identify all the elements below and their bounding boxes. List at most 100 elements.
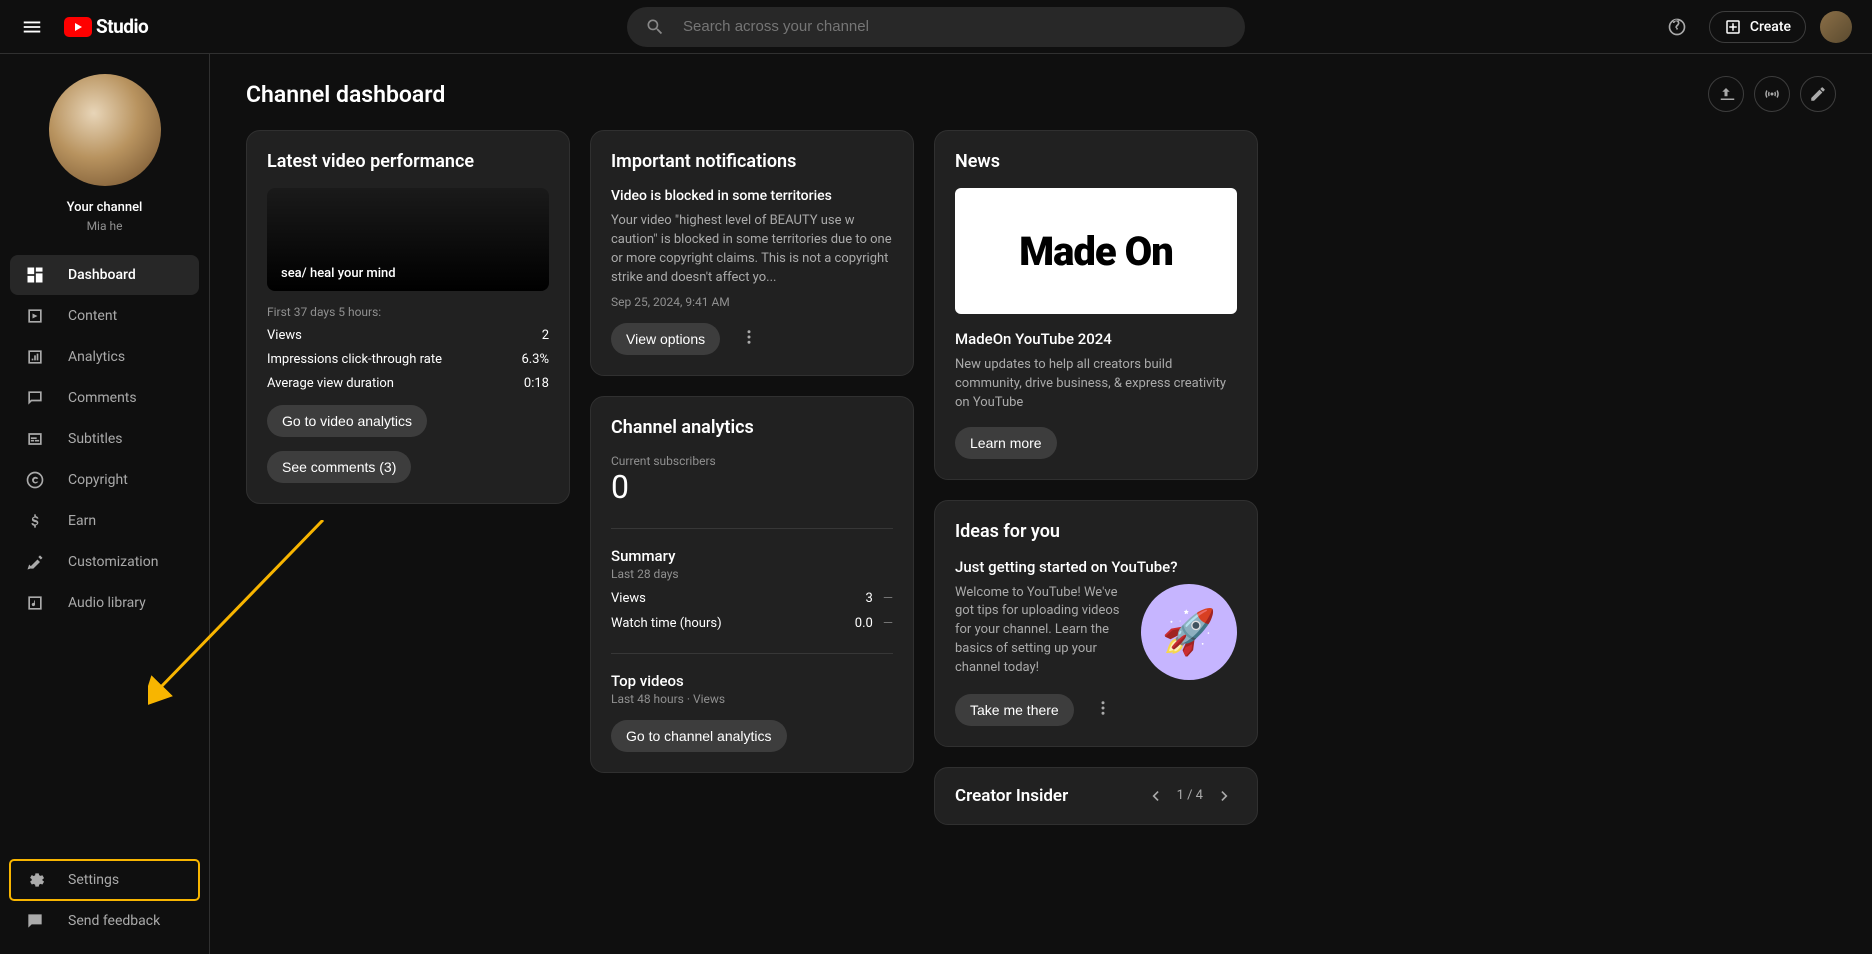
ideas-description: Welcome to YouTube! We've got tips for u… xyxy=(955,584,1125,680)
analytics-card: Channel analytics Current subscribers 0 … xyxy=(590,396,914,773)
ideas-card: Ideas for you Just getting started on Yo… xyxy=(934,500,1258,747)
edit-icon xyxy=(1809,85,1827,103)
upload-icon xyxy=(1717,85,1735,103)
sidebar-item-copyright[interactable]: Copyright xyxy=(10,460,199,500)
stat-label: Impressions click-through rate xyxy=(267,352,442,367)
gear-icon xyxy=(24,870,46,890)
sidebar-item-dashboard[interactable]: Dashboard xyxy=(10,255,199,295)
sidebar-item-audio-library[interactable]: Audio library xyxy=(10,583,199,623)
chevron-left-icon xyxy=(1145,786,1165,806)
stat-value: 6.3% xyxy=(521,352,549,367)
pager-next-button[interactable] xyxy=(1213,784,1237,808)
news-card: News Made On MadeOn YouTube 2024 New upd… xyxy=(934,130,1258,480)
earn-icon xyxy=(24,511,46,531)
dashboard-icon xyxy=(24,265,46,285)
latest-video-card: Latest video performance sea/ heal your … xyxy=(246,130,570,504)
sidebar-label: Earn xyxy=(68,513,96,529)
analytics-label: Views xyxy=(611,591,646,606)
copyright-icon xyxy=(24,470,46,490)
search-input[interactable] xyxy=(683,18,1227,35)
stat-label: Views xyxy=(267,328,302,343)
trend-indicator: — xyxy=(883,616,893,631)
subscribers-label: Current subscribers xyxy=(611,454,893,468)
sidebar-item-settings[interactable]: Settings xyxy=(10,860,199,900)
search-box[interactable] xyxy=(627,7,1245,47)
analytics-icon xyxy=(24,347,46,367)
sidebar-label: Customization xyxy=(68,554,158,570)
card-title: Important notifications xyxy=(611,151,893,172)
video-thumbnail[interactable]: sea/ heal your mind xyxy=(267,188,549,291)
sidebar-label: Subtitles xyxy=(68,431,123,447)
sidebar-item-earn[interactable]: Earn xyxy=(10,501,199,541)
audio-library-icon xyxy=(24,593,46,613)
learn-more-button[interactable]: Learn more xyxy=(955,427,1057,459)
see-comments-button[interactable]: See comments (3) xyxy=(267,451,411,483)
stats-period: First 37 days 5 hours: xyxy=(267,305,549,319)
menu-button[interactable] xyxy=(20,15,44,39)
subscribers-value: 0 xyxy=(611,468,893,506)
sidebar-item-feedback[interactable]: Send feedback xyxy=(10,901,199,941)
channel-analytics-button[interactable]: Go to channel analytics xyxy=(611,720,787,752)
view-options-button[interactable]: View options xyxy=(611,323,720,355)
stat-label: Average view duration xyxy=(267,376,394,391)
upload-button[interactable] xyxy=(1708,76,1744,112)
brand-text: Studio xyxy=(96,15,148,38)
notification-title: Video is blocked in some territories xyxy=(611,188,893,204)
pager-prev-button[interactable] xyxy=(1143,784,1167,808)
news-image: Made On xyxy=(955,188,1237,314)
analytics-value: 0.0 xyxy=(855,616,873,631)
notification-text: Your video "highest level of BEAUTY use … xyxy=(611,212,893,287)
stat-value: 0:18 xyxy=(524,376,549,391)
analytics-label: Watch time (hours) xyxy=(611,616,722,631)
card-title: News xyxy=(955,151,1237,172)
notifications-card: Important notifications Video is blocked… xyxy=(590,130,914,376)
go-live-button[interactable] xyxy=(1754,76,1790,112)
creator-insider-card: Creator Insider 1 / 4 xyxy=(934,767,1258,825)
chevron-right-icon xyxy=(1215,786,1235,806)
sidebar-label: Settings xyxy=(68,872,119,888)
notification-date: Sep 25, 2024, 9:41 AM xyxy=(611,295,893,309)
card-title: Latest video performance xyxy=(267,151,549,172)
more-icon xyxy=(1094,699,1112,717)
avatar[interactable] xyxy=(1820,11,1852,43)
help-button[interactable] xyxy=(1659,9,1695,45)
live-icon xyxy=(1763,85,1781,103)
sidebar-item-comments[interactable]: Comments xyxy=(10,378,199,418)
sidebar-label: Audio library xyxy=(68,595,146,611)
sidebar-label: Dashboard xyxy=(68,267,136,283)
sidebar-item-subtitles[interactable]: Subtitles xyxy=(10,419,199,459)
trend-indicator: — xyxy=(883,591,893,606)
video-analytics-button[interactable]: Go to video analytics xyxy=(267,405,427,437)
edit-button[interactable] xyxy=(1800,76,1836,112)
card-title: Ideas for you xyxy=(955,521,1237,542)
youtube-icon xyxy=(64,17,92,37)
create-label: Create xyxy=(1750,19,1791,35)
card-title: Creator Insider xyxy=(955,786,1068,806)
ideas-headline: Just getting started on YouTube? xyxy=(955,558,1237,576)
channel-name: Mia he xyxy=(0,219,209,233)
sidebar-label: Comments xyxy=(68,390,137,406)
help-icon xyxy=(1667,17,1687,37)
summary-title: Summary xyxy=(611,547,893,565)
customization-icon xyxy=(24,552,46,572)
channel-avatar[interactable] xyxy=(49,74,161,186)
sidebar-label: Send feedback xyxy=(68,913,160,929)
sidebar-item-analytics[interactable]: Analytics xyxy=(10,337,199,377)
more-icon xyxy=(740,328,758,346)
studio-logo[interactable]: Studio xyxy=(64,15,148,38)
more-options-button[interactable] xyxy=(1086,695,1120,725)
subtitles-icon xyxy=(24,429,46,449)
analytics-value: 3 xyxy=(866,591,873,606)
summary-sub: Last 28 days xyxy=(611,567,893,581)
sidebar-label: Copyright xyxy=(68,472,128,488)
more-options-button[interactable] xyxy=(732,324,766,354)
sidebar-item-content[interactable]: Content xyxy=(10,296,199,336)
top-videos-sub: Last 48 hours · Views xyxy=(611,692,893,706)
content-icon xyxy=(24,306,46,326)
sidebar-item-customization[interactable]: Customization xyxy=(10,542,199,582)
create-button[interactable]: Create xyxy=(1709,11,1806,43)
video-title: sea/ heal your mind xyxy=(281,266,396,281)
feedback-icon xyxy=(24,911,46,931)
news-description: New updates to help all creators build c… xyxy=(955,356,1237,413)
take-me-there-button[interactable]: Take me there xyxy=(955,694,1074,726)
